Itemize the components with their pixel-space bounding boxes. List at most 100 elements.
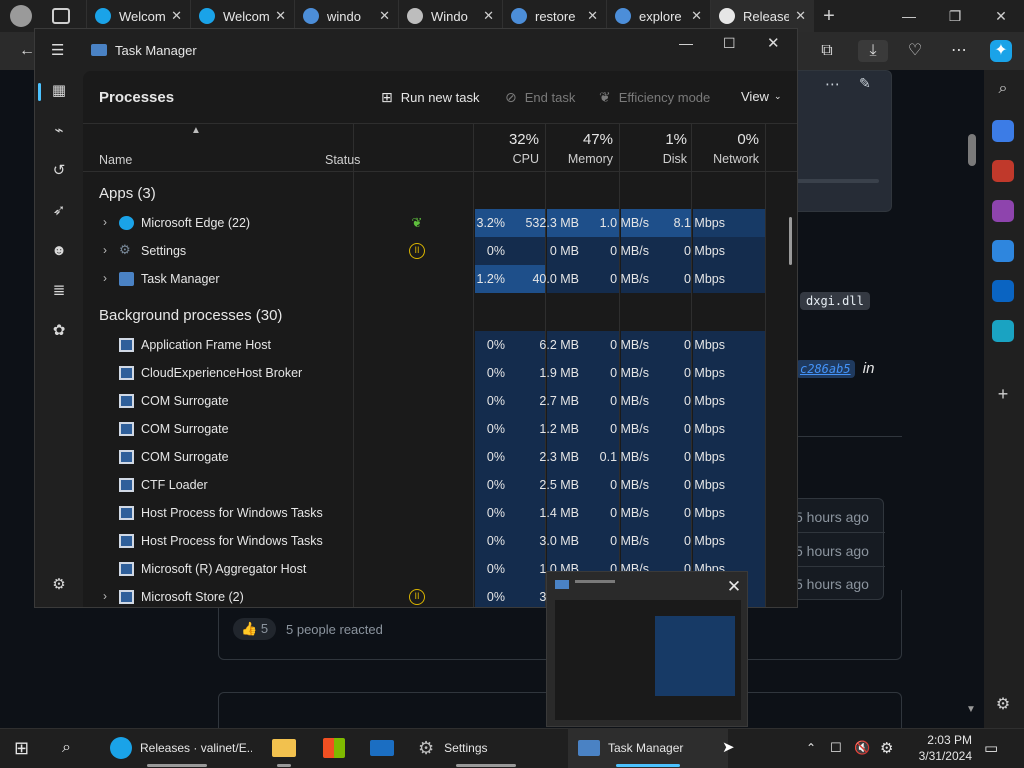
tab-close-icon[interactable]: ✕ — [171, 8, 182, 24]
tab-close-icon[interactable]: ✕ — [379, 8, 390, 24]
expand-chevron-icon[interactable]: › — [103, 271, 107, 285]
edge-icon — [199, 8, 215, 24]
restore-icon[interactable]: ❐ — [932, 8, 978, 25]
shopping-icon[interactable] — [992, 120, 1014, 142]
process-name: Host Process for Windows Tasks — [141, 534, 323, 548]
clock-date: 3/31/2024 — [918, 749, 972, 763]
efficiency-mode-button[interactable]: ❦ Efficiency mode — [599, 89, 710, 106]
close-icon[interactable]: ✕ — [978, 8, 1024, 25]
end-task-button[interactable]: ⊘ End task — [505, 89, 575, 106]
taskbar-task-manager-button[interactable]: Task Manager — [568, 728, 728, 768]
commit-line: c286ab5 in — [796, 360, 874, 378]
processes-scrollbar-thumb[interactable] — [789, 217, 792, 265]
start-windows-icon[interactable]: ⊞ — [14, 728, 36, 768]
games-icon[interactable] — [992, 200, 1014, 222]
background-group-header[interactable]: Background processes (30) — [99, 307, 282, 324]
clock[interactable]: 2:03 PM 3/31/2024 — [912, 728, 972, 768]
processes-icon[interactable]: ▦ — [49, 81, 69, 101]
column-disk[interactable]: 1% Disk — [621, 131, 687, 166]
minimize-icon[interactable]: — — [886, 8, 932, 25]
expand-chevron-icon[interactable]: › — [103, 589, 107, 603]
volume-muted-icon[interactable]: 🔇 — [854, 728, 872, 768]
sort-ascending-icon[interactable]: ▲ — [191, 125, 201, 136]
tab-close-icon[interactable]: ✕ — [587, 8, 598, 24]
hamburger-menu-icon[interactable]: ☰ — [51, 41, 64, 59]
taskbar-thumbnail-preview[interactable]: ✕ — [546, 571, 748, 727]
minimize-icon[interactable]: — — [679, 35, 693, 51]
more-options-icon[interactable]: ⋯ — [948, 40, 970, 62]
startup-apps-icon[interactable]: ➶ — [49, 201, 69, 221]
microsoft-365-icon[interactable] — [992, 240, 1014, 262]
performance-icon[interactable]: ⌁ — [49, 121, 69, 141]
users-icon[interactable]: ☻ — [49, 241, 69, 261]
expand-chevron-icon[interactable]: › — [103, 243, 107, 257]
run-new-task-button[interactable]: ⊞ Run new task — [381, 89, 480, 106]
tab-close-icon[interactable]: ✕ — [275, 8, 286, 24]
page-scrollbar-thumb[interactable] — [968, 134, 976, 166]
process-row[interactable]: › Microsoft Edge (22) ❦ 3.2% 532.3 MB 1.0 MB/… — [83, 209, 797, 237]
network-icon[interactable]: ☐ — [830, 728, 848, 768]
taskbar-file-explorer-button[interactable] — [266, 728, 302, 768]
reaction-button[interactable]: 👍 5 — [233, 618, 277, 640]
settings-tray-icon[interactable]: ⚙ — [880, 728, 900, 768]
browser-essentials-icon[interactable]: ♡ — [904, 40, 926, 62]
search-icon[interactable]: ⌕ — [62, 728, 84, 768]
tools-icon[interactable] — [992, 160, 1014, 182]
collections-icon[interactable]: ⧉ — [816, 40, 838, 62]
downloads-icon[interactable]: ⤓ — [858, 40, 888, 62]
taskbar-edge-button[interactable]: Releases · valinet/E... — [102, 728, 252, 768]
taskbar-mail-button[interactable] — [364, 728, 400, 768]
process-row[interactable]: COM Surrogate 0% 2.3 MB 0.1 MB/s 0 Mbps — [83, 443, 797, 471]
close-icon[interactable]: ✕ — [767, 34, 780, 52]
drop-icon[interactable] — [992, 320, 1014, 342]
process-mem-value: 1.4 MB — [539, 506, 579, 520]
tab-close-icon[interactable]: ✕ — [795, 8, 806, 24]
taskbar-settings-button[interactable]: ⚙ Settings — [410, 728, 562, 768]
settings-icon[interactable]: ⚙ — [49, 575, 69, 595]
show-hidden-icons-chevron-icon[interactable]: ⌃ — [806, 728, 824, 768]
maximize-icon[interactable]: ☐ — [723, 35, 736, 52]
column-status[interactable]: Status — [325, 153, 360, 167]
column-cpu[interactable]: 32% CPU — [475, 131, 539, 166]
services-icon[interactable]: ✿ — [49, 321, 69, 341]
outlook-icon[interactable] — [992, 280, 1014, 302]
process-disk-value: 0 MB/s — [610, 366, 649, 380]
process-row[interactable]: CTF Loader 0% 2.5 MB 0 MB/s 0 Mbps — [83, 471, 797, 499]
close-icon[interactable]: ✕ — [723, 576, 745, 598]
details-icon[interactable]: ≣ — [49, 281, 69, 301]
taskbar-store-button[interactable] — [316, 728, 352, 768]
sidebar-settings-icon[interactable]: ⚙ — [992, 694, 1014, 716]
process-row[interactable]: COM Surrogate 0% 2.7 MB 0 MB/s 0 Mbps — [83, 387, 797, 415]
tab-close-icon[interactable]: ✕ — [691, 8, 702, 24]
expand-chevron-icon[interactable]: › — [103, 215, 107, 229]
tab-close-icon[interactable]: ✕ — [483, 8, 494, 24]
process-row[interactable]: Host Process for Windows Tasks 0% 3.0 MB 0 … — [83, 527, 797, 555]
view-menu-button[interactable]: View ⌄ — [741, 89, 782, 104]
process-row[interactable]: CloudExperienceHost Broker 0% 1.9 MB 0 MB/s… — [83, 359, 797, 387]
column-network[interactable]: 0% Network — [693, 131, 759, 166]
process-row[interactable]: › ⚙ Settings II 0% 0 MB 0 MB/s 0 Mbps — [83, 237, 797, 265]
process-row[interactable]: › Task Manager 1.2% 40.0 MB 0 MB/s 0 Mbps — [83, 265, 797, 293]
process-cpu-value: 0% — [486, 366, 505, 380]
process-row[interactable]: Host Process for Windows Tasks 0% 1.4 MB 0 … — [83, 499, 797, 527]
profile-avatar[interactable] — [10, 5, 32, 27]
copilot-icon[interactable]: ✦ — [990, 40, 1012, 62]
mouse-cursor-icon: ➤ — [722, 739, 735, 756]
scroll-down-icon[interactable]: ▼ — [966, 704, 976, 715]
pin-icon[interactable]: ✎ — [859, 75, 871, 92]
notifications-icon[interactable]: ▭ — [984, 728, 1004, 768]
process-row[interactable]: Application Frame Host 0% 6.2 MB 0 MB/s 0 Mb… — [83, 331, 797, 359]
app-history-icon[interactable]: ↺ — [49, 161, 69, 181]
view-label: View — [741, 89, 769, 104]
column-name[interactable]: Name — [99, 153, 132, 167]
column-memory[interactable]: 47% Memory — [547, 131, 613, 166]
tab-actions-icon[interactable] — [52, 8, 70, 24]
add-icon[interactable]: + — [992, 384, 1014, 406]
search-icon[interactable]: ⌕ — [992, 80, 1014, 102]
apps-group-header[interactable]: Apps (3) — [99, 185, 156, 202]
more-icon[interactable]: ⋯ — [825, 75, 840, 93]
process-row[interactable]: COM Surrogate 0% 1.2 MB 0 MB/s 0 Mbps — [83, 415, 797, 443]
commit-link[interactable]: c286ab5 — [796, 360, 855, 378]
process-name: COM Surrogate — [141, 394, 229, 408]
new-tab-button[interactable]: + — [814, 5, 844, 28]
